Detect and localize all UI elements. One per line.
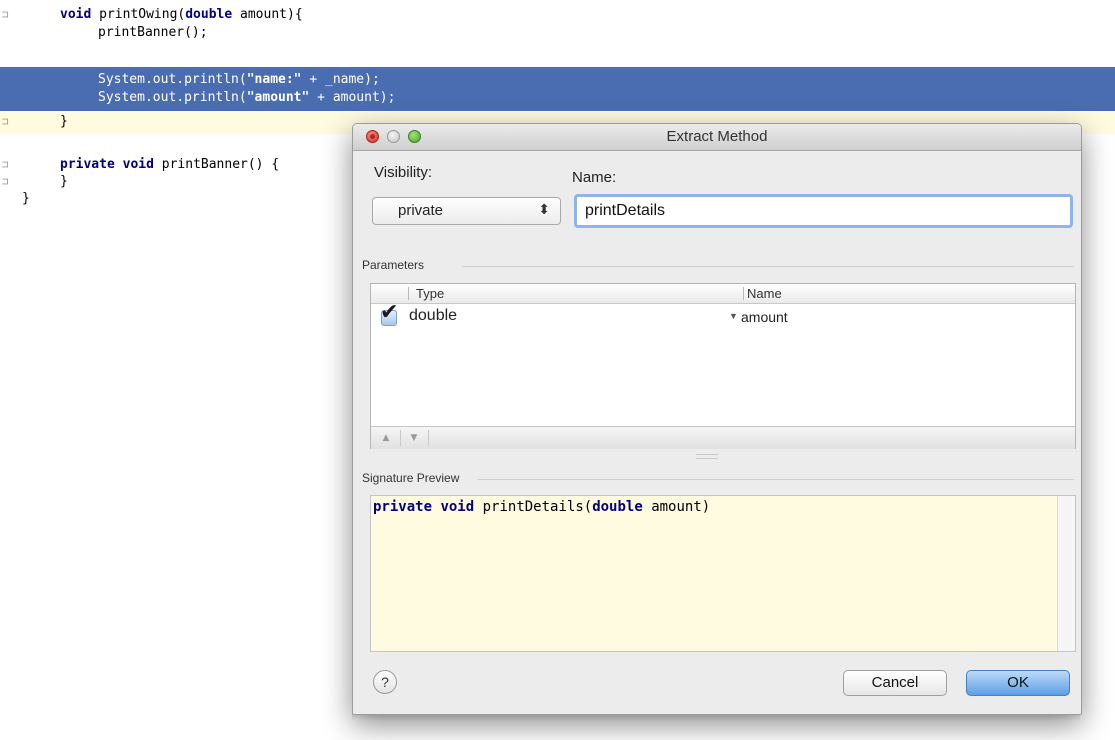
column-header-type[interactable]: Type (416, 286, 444, 301)
parameter-type: double (409, 307, 458, 324)
signature-preview: private void printDetails(double amount) (370, 495, 1076, 652)
name-label: Name: (572, 169, 617, 186)
column-divider (743, 287, 744, 300)
code-line-selected[interactable]: System.out.println("amount" + amount); (0, 88, 1115, 108)
select-arrows-icon: ⬍ (538, 201, 550, 217)
toolbar-divider (400, 430, 401, 446)
visibility-label: Visibility: (374, 164, 433, 181)
table-toolbar: ▲ ▼ (371, 426, 1075, 449)
code-line-selected[interactable]: System.out.println("name:" + _name); (0, 70, 1115, 90)
help-button[interactable]: ? (373, 670, 397, 694)
section-divider (477, 479, 1074, 480)
cancel-button[interactable]: Cancel (843, 670, 947, 696)
dialog-titlebar[interactable]: Extract Method (353, 124, 1081, 151)
toolbar-divider (428, 430, 429, 446)
dialog-title: Extract Method (666, 128, 768, 145)
extract-method-dialog[interactable]: Extract Method Visibility: Name: private… (352, 123, 1082, 715)
code-line[interactable]: ⊐ void printOwing(double amount){ (0, 5, 1115, 25)
ok-button[interactable]: OK (966, 670, 1070, 696)
table-header: Type Name (371, 284, 1075, 304)
section-divider (462, 266, 1074, 267)
parameters-section-label: Parameters (362, 258, 425, 272)
parameter-name[interactable]: amount (741, 309, 788, 325)
fold-marker-icon[interactable]: ⊐ (2, 112, 12, 132)
move-down-button[interactable]: ▼ (402, 427, 426, 449)
move-up-button[interactable]: ▲ (374, 427, 398, 449)
parameters-table[interactable]: Type Name ✔ double ▼ amount ▲ ▼ (370, 283, 1076, 449)
signature-text: private void printDetails(double amount) (373, 499, 711, 515)
code-line[interactable]: printBanner(); (0, 23, 1115, 43)
preview-scrollbar[interactable] (1057, 496, 1075, 651)
splitter-grip[interactable] (696, 454, 718, 459)
table-row[interactable]: ✔ double ▼ amount (371, 300, 1075, 328)
fold-marker-icon[interactable]: ⊐ (2, 5, 12, 25)
dropdown-arrow-icon[interactable]: ▼ (729, 311, 738, 321)
method-name-input[interactable] (577, 197, 1070, 225)
column-header-name[interactable]: Name (747, 286, 782, 301)
column-divider (408, 287, 409, 300)
checkmark-icon: ✔ (380, 300, 399, 325)
method-name-field[interactable] (574, 194, 1073, 228)
signature-preview-label: Signature Preview (362, 471, 460, 485)
visibility-select[interactable]: private ⬍ (372, 197, 561, 225)
